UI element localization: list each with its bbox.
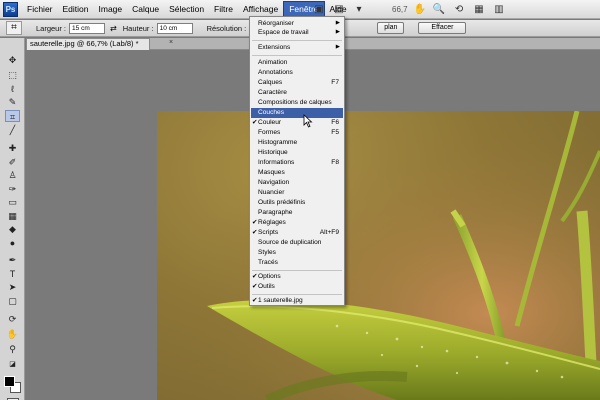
menu-item-outils-predefinis[interactable]: Outils prédéfinis: [251, 198, 343, 208]
menu-item-couches[interactable]: Couches: [251, 108, 343, 118]
screen-mode-icon[interactable]: ▾: [352, 3, 366, 16]
checkmark-icon: ✔: [252, 119, 258, 126]
menu-item-open-document[interactable]: ✔ 1 sauterelle.jpg: [251, 296, 343, 306]
menu-edition[interactable]: Edition: [58, 2, 94, 16]
height-input[interactable]: 10 cm: [156, 22, 193, 34]
foreground-color-swatch[interactable]: [4, 376, 15, 387]
window-menu-dropdown: Réorganiser ▶ Espace de travail ▶ Extensio…: [249, 16, 345, 306]
quick-select-tool-icon[interactable]: ✎: [5, 96, 20, 108]
crop-tool-icon[interactable]: ⌗: [5, 110, 20, 122]
clear-button[interactable]: Effacer: [418, 22, 467, 34]
arrange-icon[interactable]: ▥: [492, 3, 506, 16]
eraser-tool-icon[interactable]: ▭: [5, 196, 20, 208]
minibridge-icon[interactable]: ▤: [332, 3, 346, 16]
path-select-tool-icon[interactable]: ➤: [5, 281, 20, 293]
type-tool-icon[interactable]: T: [5, 268, 20, 280]
checkmark-icon: ✔: [252, 283, 258, 290]
checkmark-icon: ✔: [252, 273, 258, 280]
close-icon[interactable]: ×: [169, 39, 173, 46]
rotate-view-icon[interactable]: ⟲: [452, 3, 466, 16]
menu-selection[interactable]: Sélection: [164, 2, 209, 16]
menu-item-compositions-de-calques[interactable]: Compositions de calques: [251, 98, 343, 108]
menu-item-scripts[interactable]: ✔ Scripts Alt+F9: [251, 228, 343, 238]
checkmark-icon: ✔: [252, 297, 258, 304]
menu-item-navigation[interactable]: Navigation: [251, 178, 343, 188]
brush-tool-icon[interactable]: ✐: [5, 156, 20, 168]
clone-stamp-tool-icon[interactable]: ♙: [5, 169, 20, 181]
healing-brush-tool-icon[interactable]: ✚: [5, 142, 20, 154]
move-tool-icon[interactable]: ✥: [5, 54, 20, 66]
menu-item-nuancier[interactable]: Nuancier: [251, 188, 343, 198]
menu-item-espace-de-travail[interactable]: Espace de travail ▶: [251, 28, 343, 38]
shape-tool-icon[interactable]: ▢: [5, 295, 20, 307]
hand-tool-icon[interactable]: ✋: [5, 328, 20, 340]
application-bar: ▣ ▤ ▾ 66,7 ✋ 🔍 ⟲ ▦ ▥: [312, 2, 512, 17]
tools-panel: ✥ ⬚ ℓ ✎ ⌗ ╱ ✚ ✐ ♙ ✑ ▭ ▦ ◆ ● ✒ T ➤ ▢ ⟳ ✋ …: [0, 38, 25, 400]
grasshopper-photo[interactable]: [157, 111, 600, 400]
lasso-tool-icon[interactable]: ℓ: [5, 83, 20, 95]
hand-tool-icon[interactable]: ✋: [414, 4, 426, 15]
menu-item-calques[interactable]: Calques F7: [251, 78, 343, 88]
photoshop-logo: Ps: [3, 1, 18, 17]
menu-item-source-de-duplication[interactable]: Source de duplication: [251, 238, 343, 248]
menu-item-histogramme[interactable]: Histogramme: [251, 138, 343, 148]
menu-item-animation[interactable]: Animation: [251, 58, 343, 68]
menu-item-couleur[interactable]: ✔ Couleur F6: [251, 118, 343, 128]
menu-item-extensions[interactable]: Extensions ▶: [251, 43, 343, 53]
document-tab[interactable]: sauterelle.jpg @ 66,7% (Lab/8) *: [26, 38, 150, 50]
marquee-tool-icon[interactable]: ⬚: [5, 69, 20, 81]
menu-item-informations[interactable]: Informations F8: [251, 158, 343, 168]
zoom-tool-icon[interactable]: ⚲: [5, 343, 20, 355]
menu-fichier[interactable]: Fichier: [22, 2, 58, 16]
menu-item-outils[interactable]: ✔ Outils: [251, 282, 343, 292]
3d-rotate-tool-icon[interactable]: ⟳: [5, 313, 20, 325]
gradient-tool-icon[interactable]: ▦: [5, 210, 20, 222]
reset-colors-icon[interactable]: ◪: [5, 359, 20, 371]
menu-item-formes[interactable]: Formes F5: [251, 128, 343, 138]
height-label: Hauteur :: [122, 23, 154, 33]
history-brush-tool-icon[interactable]: ✑: [5, 183, 20, 195]
grid-icon[interactable]: ▦: [472, 3, 486, 16]
menu-separator: [252, 55, 342, 56]
menu-calque[interactable]: Calque: [127, 2, 164, 16]
mouse-pointer-icon: [303, 114, 313, 128]
swap-icon[interactable]: ⇄: [110, 24, 117, 33]
menu-separator: [252, 40, 342, 41]
width-input[interactable]: 15 cm: [69, 22, 106, 34]
submenu-arrow-icon: ▶: [335, 29, 340, 35]
submenu-arrow-icon: ▶: [335, 44, 340, 50]
menu-item-traces[interactable]: Tracés: [251, 258, 343, 268]
menu-filtre[interactable]: Filtre: [209, 2, 238, 16]
crop-preset-icon[interactable]: ⌗: [6, 21, 22, 35]
resolution-label: Résolution :: [206, 23, 247, 33]
zoom-tool-icon[interactable]: 🔍: [432, 3, 446, 16]
dodge-tool-icon[interactable]: ●: [5, 237, 20, 249]
blur-tool-icon[interactable]: ◆: [5, 223, 20, 235]
checkmark-icon: ✔: [252, 219, 258, 226]
checkmark-icon: ✔: [252, 229, 258, 236]
menu-item-options[interactable]: ✔ Options: [251, 272, 343, 282]
grasshopper-artwork: [157, 111, 600, 400]
document-tab-title: sauterelle.jpg @ 66,7% (Lab/8) *: [30, 39, 139, 48]
menu-item-historique[interactable]: Historique: [251, 148, 343, 158]
width-label: Largeur :: [36, 23, 67, 33]
menu-item-masques[interactable]: Masques: [251, 168, 343, 178]
menu-item-styles[interactable]: Styles: [251, 248, 343, 258]
front-image-button[interactable]: plan: [377, 22, 405, 34]
eyedropper-tool-icon[interactable]: ╱: [5, 124, 20, 136]
pen-tool-icon[interactable]: ✒: [5, 254, 20, 266]
menu-affichage[interactable]: Affichage: [238, 2, 283, 16]
menu-image[interactable]: Image: [94, 2, 128, 16]
menu-item-reglages[interactable]: ✔ Réglages: [251, 218, 343, 228]
menu-item-caractere[interactable]: Caractère: [251, 88, 343, 98]
menu-separator: [252, 270, 342, 271]
zoom-level[interactable]: 66,7: [392, 5, 408, 14]
menu-item-paragraphe[interactable]: Paragraphe: [251, 208, 343, 218]
menu-item-annotations[interactable]: Annotations: [251, 68, 343, 78]
bridge-icon[interactable]: ▣: [312, 3, 326, 16]
menu-separator: [252, 294, 342, 295]
